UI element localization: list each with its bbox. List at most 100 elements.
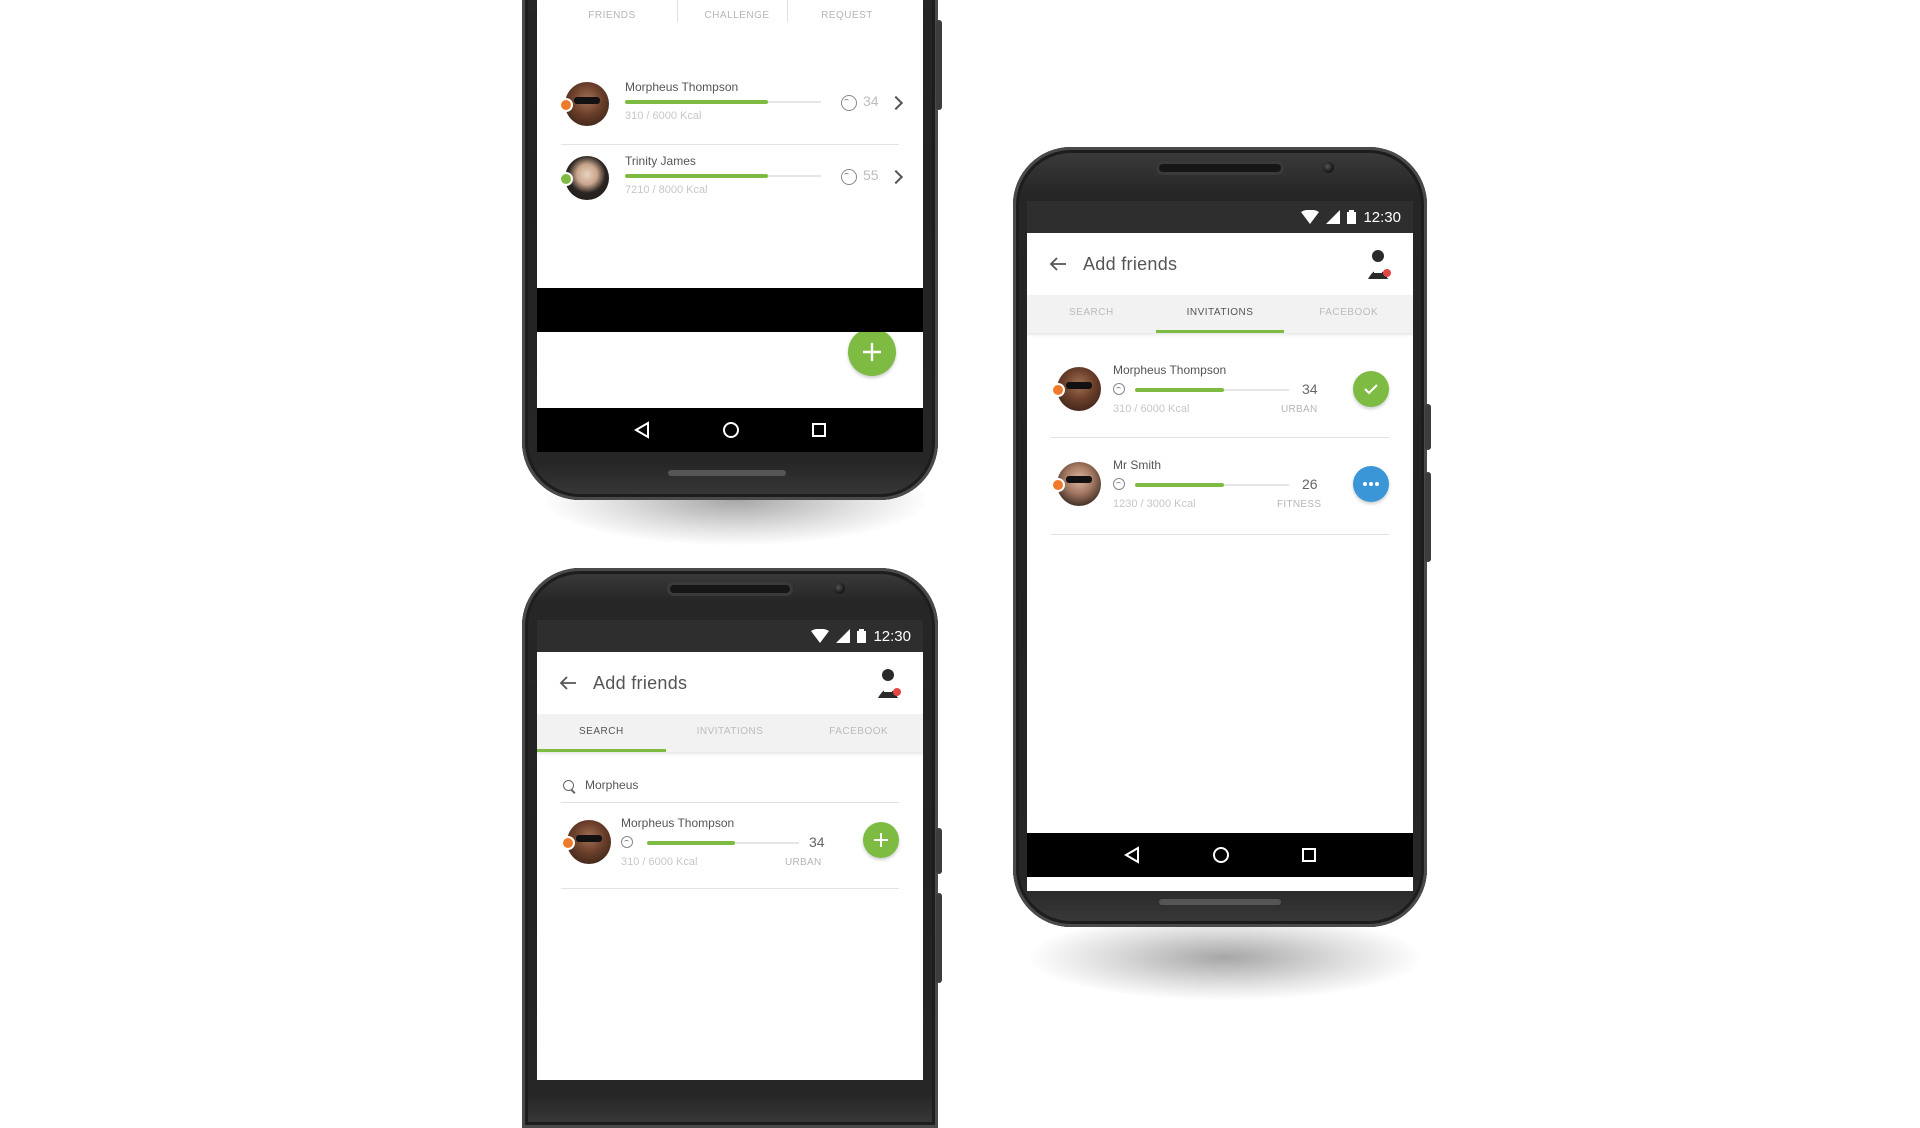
plus-icon	[874, 833, 888, 847]
list-item[interactable]: Morpheus Thompson 34 310 / 6000 Kcal URB…	[1051, 341, 1389, 438]
check-icon	[1364, 384, 1378, 395]
friend-name: Morpheus Thompson	[621, 816, 735, 830]
invitations-screen: 12:30 Add friends SEARCH INVITATIONS FAC…	[1027, 201, 1413, 891]
tab-bar: SEARCH INVITATIONS FACEBOOK	[537, 714, 923, 752]
level-icon	[841, 169, 857, 185]
progress-bar	[647, 841, 799, 845]
profile-avatar-icon[interactable]	[875, 666, 905, 700]
tab-search[interactable]: SEARCH	[1027, 295, 1156, 333]
progress-bar	[1135, 388, 1289, 392]
level-value: 34	[863, 93, 879, 109]
search-screen: 12:30 Add friends SEARCH INVITATIONS FAC…	[537, 620, 923, 1080]
search-icon	[563, 780, 574, 791]
profile-avatar-icon[interactable]	[1365, 247, 1395, 281]
friend-name: Morpheus Thompson	[625, 80, 739, 94]
friend-name: Morpheus Thompson	[1113, 363, 1227, 377]
tab-search[interactable]: SEARCH	[537, 714, 666, 752]
list-item[interactable]: Mr Smith 26 1230 / 3000 Kcal FITNESS	[1051, 438, 1389, 535]
tab-facebook[interactable]: FACEBOOK	[1284, 295, 1413, 333]
back-arrow-icon[interactable]	[1049, 255, 1067, 273]
search-input[interactable]: Morpheus	[561, 772, 899, 803]
stat-friends[interactable]: FRIENDS	[577, 10, 647, 21]
more-icon	[1363, 482, 1379, 486]
friend-name: Trinity James	[625, 154, 696, 168]
stat-label: REQUEST	[821, 10, 873, 21]
page-title: Add friends	[1083, 253, 1178, 274]
stat-label: CHALLENGE	[704, 10, 770, 21]
level-value: 34	[1302, 381, 1318, 397]
progress-bar	[625, 100, 821, 104]
level-icon	[1113, 383, 1125, 395]
kcal-text: 310 / 6000 Kcal	[621, 856, 698, 868]
status-bar: 12:30	[1027, 201, 1413, 233]
divider	[787, 0, 788, 22]
add-friend-fab[interactable]	[848, 328, 896, 376]
divider	[677, 0, 678, 22]
level-icon	[621, 836, 633, 848]
tab-facebook[interactable]: FACEBOOK	[794, 714, 923, 752]
level-icon	[1113, 478, 1125, 490]
pending-button[interactable]	[1353, 466, 1389, 502]
list-item[interactable]: Trinity James 7210 / 8000 Kcal 55	[559, 146, 904, 214]
stat-challenge[interactable]: CHALLENGE	[697, 10, 777, 21]
list-item[interactable]: Morpheus Thompson 34 310 / 6000 Kcal URB…	[561, 804, 899, 889]
status-dot-orange	[1051, 383, 1065, 397]
back-nav-icon[interactable]	[633, 421, 651, 439]
status-dot-orange	[561, 836, 575, 850]
tab-invitations[interactable]: INVITATIONS	[1155, 295, 1285, 333]
tab-invitations[interactable]: INVITATIONS	[666, 714, 795, 752]
level-value: 34	[809, 834, 825, 850]
category-tag: FITNESS	[1277, 499, 1322, 510]
category-tag: URBAN	[1281, 404, 1318, 415]
app-bar: Add friends	[1027, 233, 1413, 295]
home-nav-icon[interactable]	[722, 421, 740, 439]
category-tag: URBAN	[785, 857, 822, 868]
back-nav-icon[interactable]	[1123, 846, 1141, 864]
recents-nav-icon[interactable]	[811, 422, 827, 438]
recents-nav-icon[interactable]	[1301, 847, 1317, 863]
nav-bar	[537, 288, 923, 332]
level-value: 55	[863, 167, 879, 183]
kcal-text: 1230 / 3000 Kcal	[1113, 498, 1196, 510]
status-bar: 12:30	[537, 620, 923, 652]
app-bar: Add friends	[537, 652, 923, 714]
stat-label: FRIENDS	[588, 10, 636, 21]
progress-bar	[1135, 483, 1289, 487]
battery-icon	[1347, 210, 1357, 224]
chevron-right-icon[interactable]	[888, 95, 904, 111]
level-value: 26	[1302, 476, 1318, 492]
stat-request[interactable]: REQUEST	[807, 10, 887, 21]
signal-icon	[836, 629, 851, 643]
kcal-text: 310 / 6000 Kcal	[1113, 403, 1190, 415]
wifi-icon	[811, 629, 830, 643]
kcal-text: 7210 / 8000 Kcal	[625, 184, 708, 196]
search-value: Morpheus	[585, 778, 639, 792]
nav-bar	[537, 408, 923, 452]
list-item[interactable]: Morpheus Thompson 310 / 6000 Kcal 34	[559, 76, 904, 145]
page-title: Add friends	[593, 672, 688, 693]
bottom-speaker	[1159, 899, 1281, 905]
friends-screen: FRIENDS CHALLENGE REQUEST Morpheus Thomp…	[537, 0, 923, 408]
wifi-icon	[1301, 210, 1320, 224]
clock: 12:30	[873, 627, 911, 645]
add-friend-button[interactable]	[863, 822, 899, 858]
back-arrow-icon[interactable]	[559, 674, 577, 692]
accept-button[interactable]	[1353, 371, 1389, 407]
front-camera	[1323, 162, 1334, 173]
plus-icon	[863, 343, 881, 361]
level-icon	[841, 95, 857, 111]
friend-name: Mr Smith	[1113, 458, 1161, 472]
battery-icon	[857, 629, 867, 643]
chevron-right-icon[interactable]	[888, 169, 904, 185]
status-dot-orange	[1051, 478, 1065, 492]
bottom-speaker	[668, 470, 786, 476]
earpiece	[670, 585, 790, 593]
progress-bar	[625, 174, 821, 178]
home-nav-icon[interactable]	[1212, 846, 1230, 864]
nav-bar	[1027, 833, 1413, 877]
tab-bar: SEARCH INVITATIONS FACEBOOK	[1027, 295, 1413, 333]
clock: 12:30	[1363, 208, 1401, 226]
earpiece	[1159, 164, 1281, 172]
status-dot-green	[559, 172, 573, 186]
signal-icon	[1326, 210, 1341, 224]
